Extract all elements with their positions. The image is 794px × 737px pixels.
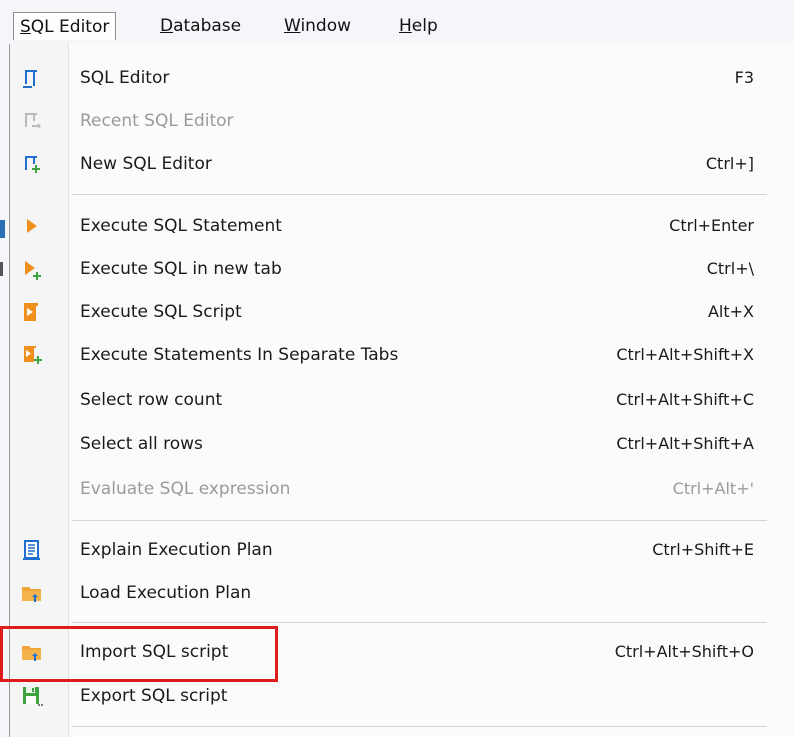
- menu-item-new-sql-editor[interactable]: New SQL Editor Ctrl+]: [10, 144, 794, 184]
- menu-label: elp: [411, 16, 438, 36]
- menu-item-execute-sql-statement[interactable]: Execute SQL Statement Ctrl+Enter: [10, 206, 794, 246]
- menu-item-sql-editor[interactable]: SQL Editor F3: [10, 58, 794, 98]
- new-sql-editor-icon: [25, 156, 40, 173]
- menu-item-label: Execute Statements In Separate Tabs: [80, 345, 399, 365]
- menu-item-shortcut: Ctrl+Alt+Shift+X: [616, 345, 754, 364]
- menu-item-evaluate-sql-expression: Evaluate SQL expression Ctrl+Alt+': [10, 469, 794, 509]
- menu-item-shortcut: Ctrl+Alt+Shift+C: [616, 390, 754, 409]
- menu-item-recent-sql-editor: Recent SQL Editor: [10, 101, 794, 141]
- execute-new-tab-icon: [25, 261, 41, 280]
- menu-item-load-execution-plan[interactable]: Load Execution Plan: [10, 573, 794, 613]
- menu-item-shortcut: Ctrl+Alt+': [672, 479, 754, 498]
- menu-label: atabase: [173, 16, 242, 36]
- menu-item-label: Select all rows: [80, 434, 203, 454]
- menu-item-label: Export SQL script: [80, 686, 228, 706]
- menu-mnemonic: S: [20, 17, 31, 37]
- execute-script-icon: [24, 303, 38, 321]
- menu-separator: [72, 726, 767, 727]
- menu-item-select-all-rows[interactable]: Select all rows Ctrl+Alt+Shift+A: [10, 424, 794, 464]
- explain-plan-icon: [23, 540, 40, 560]
- menu-item-shortcut: Ctrl+Enter: [669, 216, 754, 235]
- menu-item-shortcut: Alt+X: [707, 302, 754, 321]
- menu-item-execute-sql-script[interactable]: Execute SQL Script Alt+X: [10, 292, 794, 332]
- menu-item-label: Execute SQL Statement: [80, 216, 282, 236]
- menu-separator: [72, 194, 767, 195]
- menu-item-explain-execution-plan[interactable]: Explain Execution Plan Ctrl+Shift+E: [10, 530, 794, 570]
- sql-editor-icon: [23, 70, 37, 88]
- highlight-box: [0, 626, 278, 682]
- menu-item-shortcut: F3: [734, 68, 754, 87]
- menu-separator: [72, 520, 767, 521]
- menu-item-shortcut: Ctrl+Alt+Shift+A: [616, 434, 754, 453]
- floppy-export-icon: [23, 687, 43, 706]
- menu-item-shortcut: Ctrl+]: [705, 154, 754, 173]
- folder-load-icon: [22, 587, 41, 602]
- menu-item-label: Execute SQL in new tab: [80, 259, 282, 279]
- menu-help[interactable]: Help: [393, 12, 444, 40]
- execute-separate-tabs-icon: [24, 346, 42, 364]
- menu-item-label: New SQL Editor: [80, 154, 212, 174]
- menu-item-label: Evaluate SQL expression: [80, 479, 291, 499]
- menu-database[interactable]: Database: [154, 12, 247, 40]
- menu-sql-editor[interactable]: SQL Editor: [13, 12, 117, 40]
- menu-item-execute-sql-new-tab[interactable]: Execute SQL in new tab Ctrl+\: [10, 249, 794, 289]
- menu-item-select-row-count[interactable]: Select row count Ctrl+Alt+Shift+C: [10, 380, 794, 420]
- menu-item-execute-separate-tabs[interactable]: Execute Statements In Separate Tabs Ctrl…: [10, 335, 794, 375]
- menu-item-label: SQL Editor: [80, 68, 170, 88]
- menu-item-label: Select row count: [80, 390, 223, 410]
- menu-mnemonic: W: [284, 16, 301, 36]
- menu-label: QL Editor: [30, 17, 110, 37]
- background-marker: [0, 220, 5, 238]
- menu-item-label: Execute SQL Script: [80, 302, 242, 322]
- background-marker: [0, 262, 3, 276]
- menu-item-shortcut: Ctrl+Alt+Shift+O: [614, 642, 754, 661]
- menu-item-label: Explain Execution Plan: [80, 540, 273, 560]
- menu-item-shortcut: Ctrl+Shift+E: [652, 540, 754, 559]
- menu-separator: [72, 622, 767, 623]
- menu-item-label: Load Execution Plan: [80, 583, 252, 603]
- execute-play-icon: [27, 219, 37, 233]
- menu-mnemonic: H: [399, 16, 412, 36]
- menu-bar: SQL Editor Database Window Help: [0, 0, 794, 45]
- menu-window[interactable]: Window: [278, 12, 357, 40]
- menu-item-export-sql-script[interactable]: Export SQL script: [10, 676, 794, 716]
- menu-label: indow: [300, 16, 352, 36]
- menu-item-shortcut: Ctrl+\: [706, 259, 754, 278]
- menu-item-label: Recent SQL Editor: [80, 111, 234, 131]
- menu-mnemonic: D: [160, 16, 174, 36]
- recent-sql-editor-icon: [25, 113, 41, 129]
